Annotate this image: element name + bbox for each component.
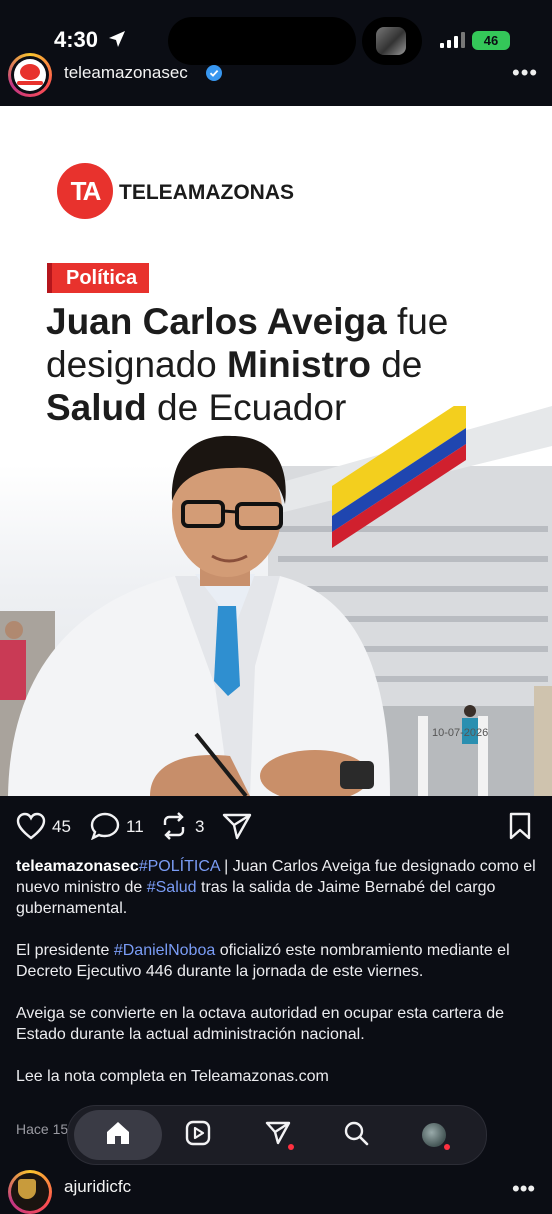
location-arrow-icon xyxy=(108,30,126,53)
more-icon[interactable]: ••• xyxy=(512,60,538,86)
bottom-tab-bar xyxy=(67,1105,487,1165)
caption-username[interactable]: teleamazonasec xyxy=(16,858,139,875)
profile-avatar xyxy=(422,1123,446,1147)
search-icon xyxy=(343,1120,369,1151)
reels-icon xyxy=(185,1120,211,1151)
tab-reels[interactable] xyxy=(168,1106,228,1164)
share-icon[interactable] xyxy=(222,812,252,845)
caption-paragraph: Aveiga se convierte en la octava autorid… xyxy=(16,1005,505,1043)
post-caption: teleamazonasec#POLÍTICA | Juan Carlos Av… xyxy=(16,856,538,1108)
tab-messages[interactable] xyxy=(248,1106,308,1164)
post-timestamp: Hace 15 xyxy=(16,1121,69,1137)
signal-icon xyxy=(440,32,466,53)
bookmark-icon[interactable] xyxy=(508,812,532,845)
comment-icon[interactable] xyxy=(90,812,120,845)
caption-paragraph: Lee la nota completa en Teleamazonas.com xyxy=(16,1068,329,1085)
category-badge: Política xyxy=(47,263,150,293)
post-image[interactable]: TA TELEAMAZONAS Política Juan Carlos Ave… xyxy=(0,106,552,796)
tab-home[interactable] xyxy=(74,1110,162,1160)
heart-icon[interactable] xyxy=(16,812,46,845)
headline: Juan Carlos Aveiga fue designado Ministr… xyxy=(46,301,449,428)
status-time: 4:30 xyxy=(54,27,99,52)
brand-logo: TA xyxy=(57,163,113,219)
repost-count[interactable]: 3 xyxy=(195,817,204,837)
battery-indicator: 46 xyxy=(472,31,510,50)
hashtag-link[interactable]: #Salud xyxy=(147,879,197,896)
notification-dot xyxy=(288,1144,294,1150)
next-post-header: ajuridicfc ••• xyxy=(0,1168,552,1214)
repost-icon[interactable] xyxy=(160,812,188,845)
caption-paragraph: teleamazonasec#POLÍTICA | Juan Carlos Av… xyxy=(16,858,536,917)
avatar[interactable] xyxy=(8,1170,52,1214)
post-header: teleamazonasec ••• xyxy=(0,53,552,106)
more-icon[interactable]: ••• xyxy=(512,1176,535,1202)
notification-dot xyxy=(444,1144,450,1150)
brand-name: TELEAMAZONAS xyxy=(119,181,294,204)
tab-search[interactable] xyxy=(326,1106,386,1164)
hashtag-link[interactable]: #DanielNoboa xyxy=(114,942,215,959)
status-bar: 4:30 46 xyxy=(0,0,552,65)
like-count[interactable]: 45 xyxy=(52,817,71,837)
verified-icon xyxy=(206,65,222,86)
home-icon xyxy=(105,1120,131,1151)
avatar[interactable] xyxy=(8,53,52,97)
tab-profile[interactable] xyxy=(404,1106,464,1164)
next-post-username[interactable]: ajuridicfc xyxy=(64,1177,131,1197)
image-date: 10-07-2026 xyxy=(432,727,489,739)
post-username[interactable]: teleamazonasec xyxy=(64,63,188,83)
comment-count[interactable]: 11 xyxy=(126,817,144,837)
post-actions: 45 11 3 xyxy=(0,808,552,848)
hashtag-link[interactable]: #POLÍTICA xyxy=(139,858,220,875)
caption-paragraph: El presidente #DanielNoboa oficializó es… xyxy=(16,942,510,980)
